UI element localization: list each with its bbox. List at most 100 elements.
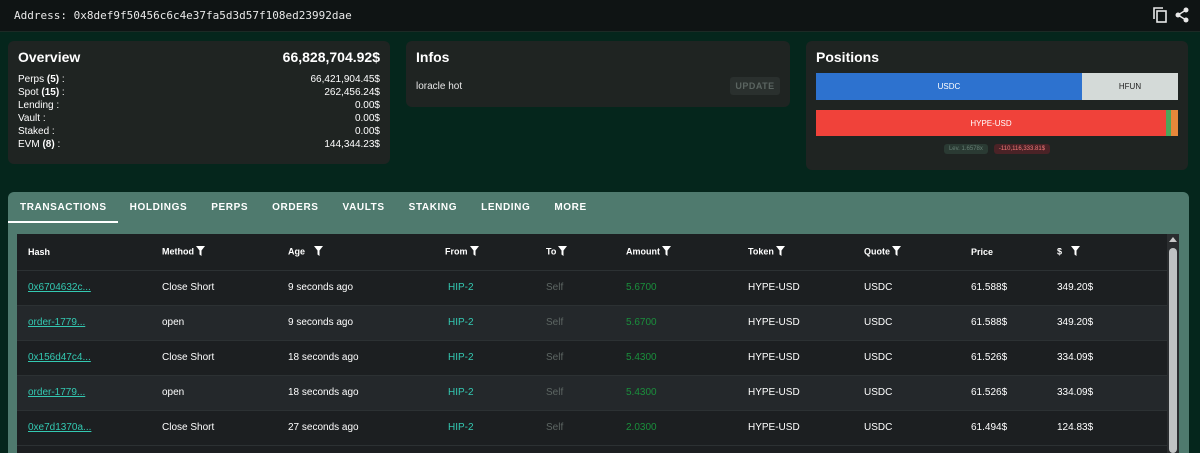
overview-row: Lending : 0.00$ (18, 99, 380, 112)
cell-to: Self (546, 305, 626, 341)
quote: USDC (864, 282, 893, 293)
infos-card: Infos loracle hot UPDATE (406, 41, 790, 107)
cell-method: Close Short (162, 340, 288, 376)
from[interactable]: HIP-2 (448, 352, 474, 363)
hash-link[interactable]: order-1779... (28, 387, 85, 398)
usdc-segment[interactable]: USDC (816, 73, 1082, 100)
from[interactable]: HIP-2 (448, 282, 474, 293)
column-header-method: Method (162, 234, 288, 271)
positions-title: Positions (816, 49, 880, 65)
table-row: 0x156d47c4... Close Short 18 seconds ago HI… (17, 340, 1167, 376)
copy-icon[interactable] (1152, 6, 1168, 24)
scrollbar[interactable] (1167, 234, 1179, 453)
cell-quote: USDC (864, 340, 971, 376)
column-header-price: Price (971, 234, 1057, 271)
filter-icon[interactable] (558, 245, 568, 258)
from[interactable]: HIP-2 (448, 317, 474, 328)
cell-quote: USDC (864, 410, 971, 446)
to: Self (546, 422, 564, 433)
address-bar: Address: 0x8def9f50456c6c4e37fa5d3d57f10… (0, 0, 1200, 32)
usd-value: 334.09$ (1057, 387, 1094, 398)
usd-value: 124.83$ (1057, 422, 1094, 433)
to: Self (546, 352, 564, 363)
cell-from: HIP-2 (445, 340, 546, 376)
tab-orders[interactable]: ORDERS (260, 192, 330, 223)
tabs-panel: TRANSACTIONS HOLDINGS PERPS ORDERS VAULTS STA… (8, 192, 1189, 453)
overview-row: Staked : 0.00$ (18, 125, 380, 138)
usd-value: 334.09$ (1057, 352, 1094, 363)
cell-usd-value: 349.20$ (1057, 305, 1167, 341)
from[interactable]: HIP-2 (448, 422, 474, 433)
cell-age: 18 seconds ago (288, 375, 445, 411)
filter-icon[interactable] (892, 245, 901, 258)
tab-lending[interactable]: LENDING (469, 192, 542, 223)
table-row: order-1779... open 18 seconds ago HIP-2 Self… (17, 375, 1167, 411)
transactions-table-container: Hash Method Age From To Amount Token Quote Price… (17, 234, 1179, 453)
filter-icon[interactable] (775, 245, 785, 258)
cell-token: HYPE-USD (748, 410, 864, 446)
filter-icon[interactable] (662, 245, 671, 258)
cell-hash-link: order-1779... (17, 375, 162, 411)
scroll-thumb[interactable] (1169, 248, 1177, 453)
to: Self (546, 387, 564, 398)
age: 9 seconds ago (288, 282, 354, 293)
quote: USDC (864, 387, 893, 398)
update-button[interactable]: UPDATE (730, 77, 780, 95)
hfun-segment[interactable]: HFUN (1082, 73, 1178, 100)
share-icon[interactable] (1174, 6, 1190, 24)
cell-amount: 5.6700 (626, 270, 748, 306)
cell-to: Self (546, 410, 626, 446)
cell-usd-value: 334.09$ (1057, 340, 1167, 376)
column-header-token: Token (748, 234, 864, 271)
cell-method: Close Short (162, 410, 288, 446)
overview-title: Overview (18, 49, 81, 65)
hype-usd-segment[interactable]: HYPE-USD (816, 110, 1166, 136)
overview-row: Perps (5) : 66,421,904.45$ (18, 73, 380, 86)
cell-quote: USDC (864, 375, 971, 411)
cell-usd-value: 349.20$ (1057, 270, 1167, 306)
overview-row-value: 0.00$ (354, 126, 380, 137)
perp-allocation-bar: HYPE-USD (816, 110, 1178, 136)
tab-holdings[interactable]: HOLDINGS (118, 192, 200, 223)
leverage-badge: Lev. 1.6578x (943, 144, 988, 154)
column-header-label: Hash (28, 246, 51, 257)
overview-row-label: Lending : (18, 100, 60, 111)
cell-price: 61.494$ (971, 410, 1057, 446)
hash-link[interactable]: 0x6704632c... (28, 282, 91, 293)
tab-perps[interactable]: PERPS (199, 192, 260, 223)
filter-icon[interactable] (196, 245, 205, 258)
quote: USDC (864, 317, 893, 328)
filter-icon[interactable] (469, 245, 479, 258)
overview-row-value: 144,344.23$ (324, 139, 380, 150)
tab-vaults[interactable]: VAULTS (331, 192, 397, 223)
quote: USDC (864, 352, 893, 363)
tab-more[interactable]: MORE (542, 192, 598, 223)
hash-link[interactable]: 0xe7d1370a... (28, 422, 91, 433)
tab-transactions[interactable]: TRANSACTIONS (8, 192, 118, 223)
overview-row: Spot (15) : 262,456.24$ (18, 86, 380, 99)
table-row: order-1779... open 9 seconds ago HIP-2 Self 5… (17, 305, 1167, 341)
hash-link[interactable]: order-1779... (28, 317, 85, 328)
method: open (162, 317, 185, 328)
overview-total: 66,828,704.92$ (282, 49, 380, 65)
tab-staking[interactable]: STAKING (397, 192, 469, 223)
column-header-label: Age (288, 246, 306, 257)
from[interactable]: HIP-2 (448, 387, 474, 398)
method: Close Short (162, 422, 215, 433)
hash-link[interactable]: 0x156d47c4... (28, 352, 91, 363)
cell-amount: 2.0300 (626, 410, 748, 446)
method: Close Short (162, 282, 215, 293)
usd-value: 349.20$ (1057, 317, 1094, 328)
column-header-label: Quote (864, 246, 890, 257)
column-header-usd: $ (1057, 234, 1167, 271)
cell-from: HIP-2 (445, 305, 546, 341)
column-header-label: Method (162, 246, 194, 257)
scroll-up-arrow-icon[interactable] (1169, 237, 1177, 242)
cell-from: HIP-2 (445, 375, 546, 411)
overview-row-label: Staked : (18, 126, 55, 137)
column-header-hash: Hash (17, 234, 162, 271)
quote: USDC (864, 422, 893, 433)
overview-row: Vault : 0.00$ (18, 112, 380, 125)
filter-icon[interactable] (1071, 245, 1081, 258)
filter-icon[interactable] (314, 245, 324, 258)
